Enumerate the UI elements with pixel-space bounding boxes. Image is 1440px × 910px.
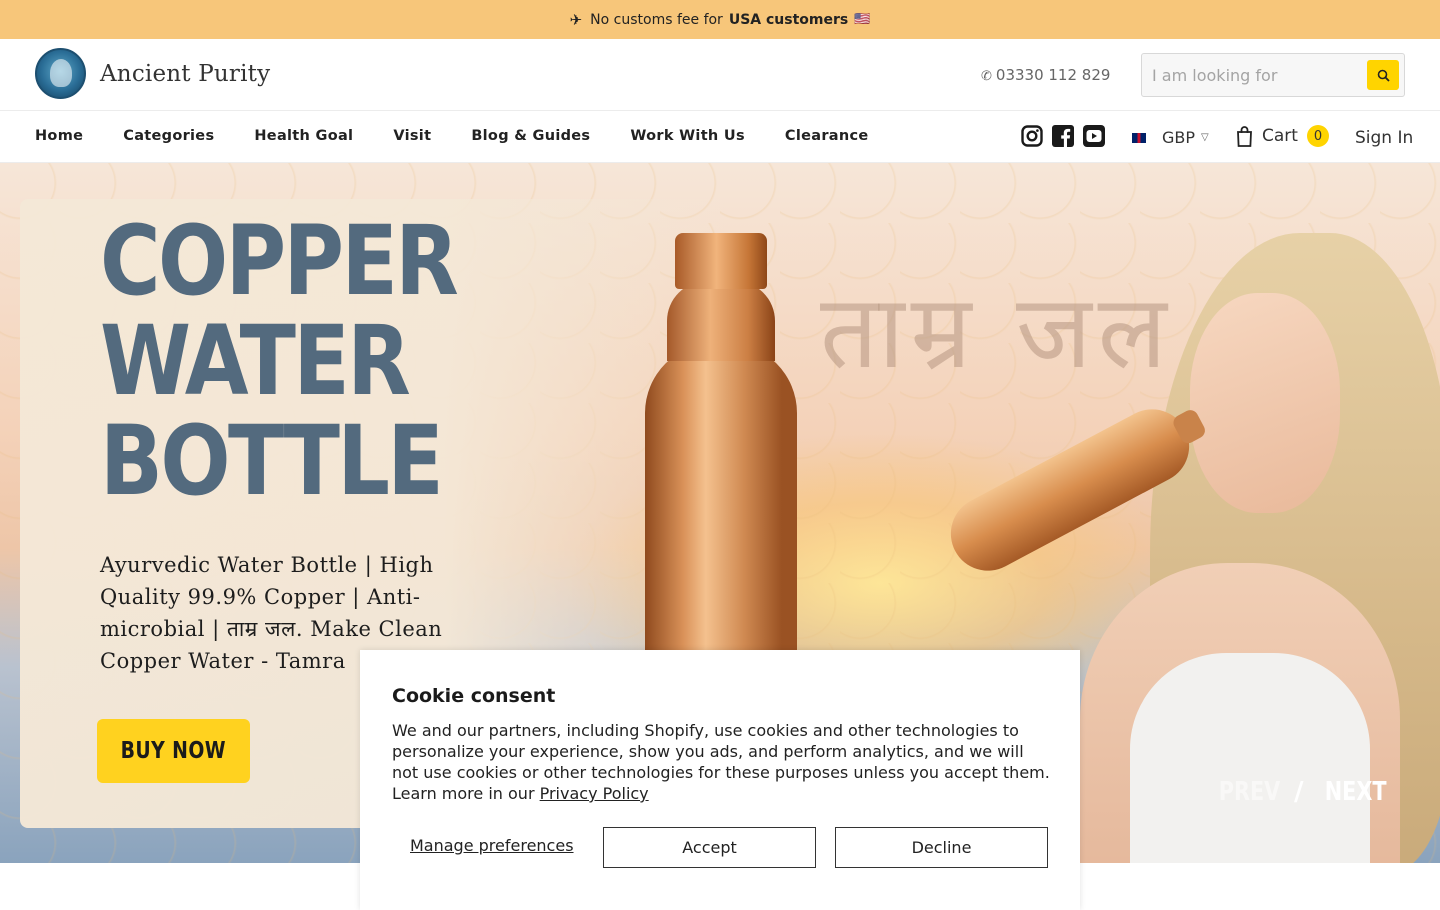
accept-button[interactable]: Accept bbox=[603, 827, 816, 868]
buy-now-label: BUY NOW bbox=[120, 738, 227, 764]
shopping-bag-icon bbox=[1237, 125, 1252, 147]
cart-count-badge: 0 bbox=[1306, 125, 1329, 147]
manage-preferences-link[interactable]: Manage preferences bbox=[410, 836, 574, 855]
nav-menu: Home Categories Health Goal Visit Blog &… bbox=[35, 128, 909, 144]
nav-item-health-goal[interactable]: Health Goal bbox=[254, 128, 353, 144]
nav-item-work-with-us[interactable]: Work With Us bbox=[630, 128, 745, 144]
nav-item-categories[interactable]: Categories bbox=[123, 128, 214, 144]
facebook-icon[interactable] bbox=[1052, 125, 1074, 147]
logo-link[interactable]: Ancient Purity bbox=[35, 48, 270, 99]
sign-in-link[interactable]: Sign In bbox=[1355, 128, 1413, 148]
instagram-icon[interactable] bbox=[1021, 125, 1043, 147]
cookie-body-text: We and our partners, including Shopify, … bbox=[392, 721, 1050, 803]
nav-item-visit[interactable]: Visit bbox=[393, 128, 431, 144]
hero-title-line: COPPER bbox=[100, 205, 459, 317]
slider-separator: / bbox=[1293, 777, 1304, 807]
search-icon bbox=[1377, 69, 1390, 82]
slider-next-button[interactable]: NEXT bbox=[1325, 777, 1387, 807]
cookie-body: We and our partners, including Shopify, … bbox=[392, 720, 1052, 804]
hero-title: COPPER WATER BOTTLE bbox=[100, 211, 461, 511]
slider-prev-button[interactable]: PREV bbox=[1219, 777, 1281, 807]
main-nav: Home Categories Health Goal Visit Blog &… bbox=[0, 111, 1440, 163]
search-box bbox=[1141, 53, 1405, 97]
announcement-text: No customs fee for bbox=[590, 11, 723, 28]
phone-icon: ✆ bbox=[981, 69, 992, 84]
privacy-policy-link[interactable]: Privacy Policy bbox=[540, 784, 649, 803]
search-button[interactable] bbox=[1367, 60, 1399, 90]
plane-icon: ✈ bbox=[569, 10, 583, 29]
chevron-down-icon: ▽ bbox=[1201, 132, 1209, 143]
search-input[interactable] bbox=[1152, 63, 1362, 87]
slider-nav: PREV / NEXT bbox=[1211, 777, 1395, 807]
phone-number: 03330 112 829 bbox=[995, 66, 1111, 84]
cookie-consent-dialog: Cookie consent We and our partners, incl… bbox=[360, 650, 1080, 910]
decline-button[interactable]: Decline bbox=[835, 827, 1048, 868]
usa-flag-icon: 🇺🇸 bbox=[854, 12, 871, 27]
currency-label: GBP bbox=[1162, 128, 1196, 147]
cart-label: Cart bbox=[1262, 126, 1298, 146]
announcement-bar: ✈ No customs fee for USA customers 🇺🇸 bbox=[0, 0, 1440, 39]
phone-link[interactable]: ✆ 03330 112 829 bbox=[981, 66, 1110, 84]
uk-flag-icon bbox=[1132, 132, 1146, 143]
buy-now-button[interactable]: BUY NOW bbox=[97, 719, 250, 783]
logo-text: Ancient Purity bbox=[100, 60, 271, 87]
cookie-title: Cookie consent bbox=[392, 685, 556, 707]
announcement-emphasis: USA customers bbox=[728, 11, 849, 28]
woman-drinking-image bbox=[1040, 233, 1440, 863]
nav-item-clearance[interactable]: Clearance bbox=[785, 128, 869, 144]
hero-title-line: WATER bbox=[100, 305, 411, 417]
tree-logo-icon bbox=[35, 48, 86, 99]
site-header: Ancient Purity ✆ 03330 112 829 bbox=[0, 39, 1440, 111]
nav-item-blog-guides[interactable]: Blog & Guides bbox=[471, 128, 590, 144]
nav-item-home[interactable]: Home bbox=[35, 128, 83, 144]
social-links bbox=[1021, 125, 1105, 147]
hero-title-line: BOTTLE bbox=[100, 405, 444, 517]
youtube-icon[interactable] bbox=[1083, 125, 1105, 147]
currency-selector[interactable]: GBP ▽ bbox=[1132, 128, 1209, 147]
cart-link[interactable]: Cart 0 bbox=[1236, 125, 1329, 147]
